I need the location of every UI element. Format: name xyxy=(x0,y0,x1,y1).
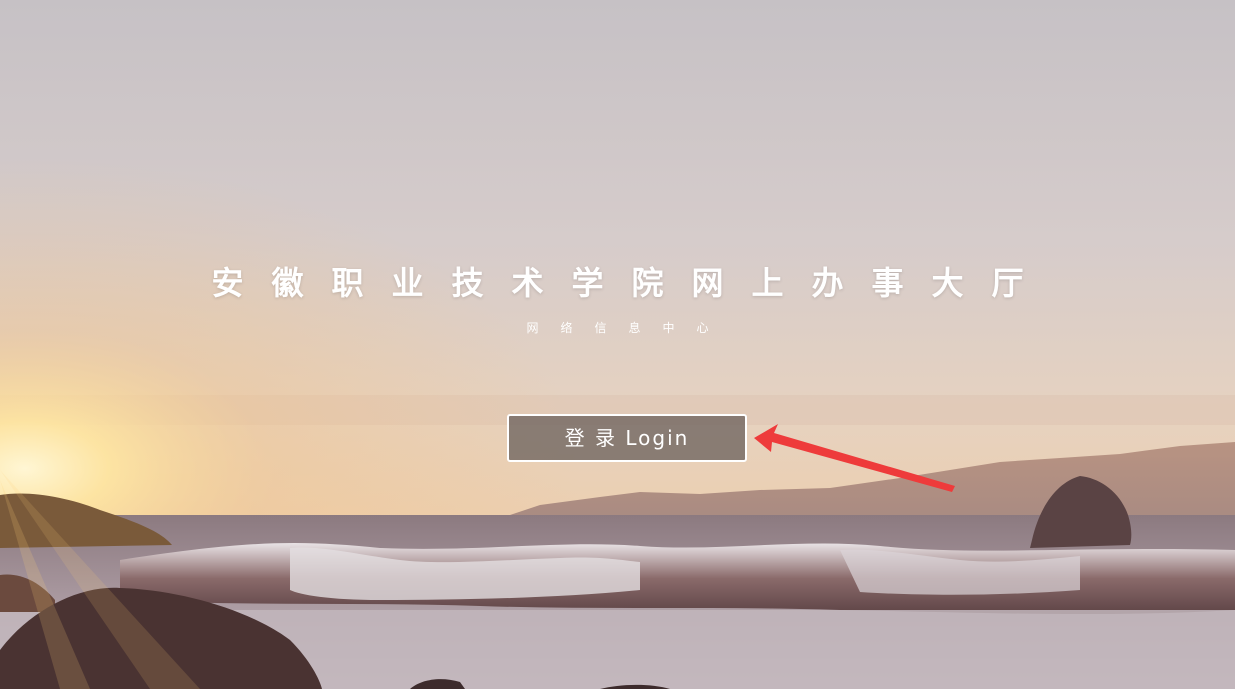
background-photo xyxy=(0,0,1235,689)
page-title: 安徽职业技术学院网上办事大厅 xyxy=(211,264,1052,302)
page-subtitle: 网络信息中心 xyxy=(526,321,731,335)
login-button[interactable]: 登 录 Login xyxy=(507,414,747,462)
